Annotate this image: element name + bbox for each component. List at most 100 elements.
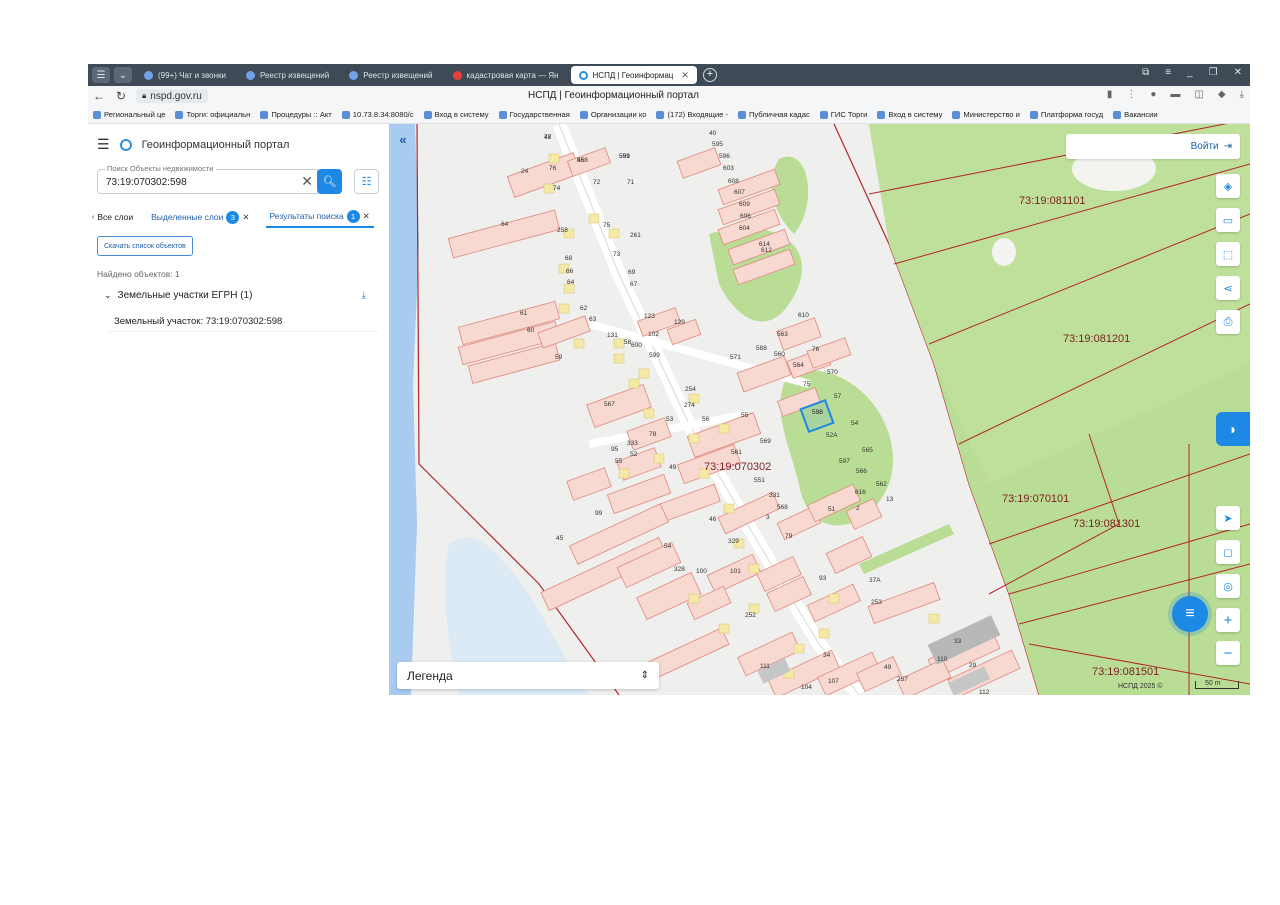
parcel-number: 331 [769,492,780,499]
legend-toggle[interactable]: Легенда ⇕ [397,662,659,689]
download-icon[interactable]: ⤓ [1240,89,1244,100]
parcel-number: 59 [555,354,563,361]
chevron-down-icon[interactable]: ⌄ [114,67,132,83]
tab-chat[interactable]: (99+) Чат и звонки [136,66,234,84]
bookmark-item[interactable]: 10.73.8.34:8080/c [337,110,419,119]
bookmark-item[interactable]: (172) Входящие - [651,110,732,119]
bookmark-item[interactable]: Платформа госуд [1025,110,1108,119]
minimize-icon[interactable]: _ [1187,67,1193,78]
close-window-icon[interactable]: ✕ [1234,67,1242,78]
bookmark-flag-icon[interactable]: ▮ [1107,89,1113,100]
parcel-number: 561 [731,449,742,456]
collapse-panel-button[interactable]: « [393,130,413,148]
reload-icon[interactable]: ↻ [110,89,132,103]
share-button[interactable]: ⋖ [1216,276,1240,300]
bookmark-item[interactable]: Министерство и [947,110,1024,119]
download-icon[interactable]: ⤓ [362,290,366,301]
bookmark-item[interactable]: Вакансии [1108,110,1162,119]
close-icon[interactable]: ✕ [242,212,249,223]
found-count: Найдено объектов: 1 [97,269,180,279]
bookmark-icon[interactable]: ⧉ [1142,67,1149,78]
url-field[interactable]: 🔒︎ nspd.gov.ru [136,89,208,103]
parcel-number: 93 [819,575,827,582]
parcel-number: 562 [876,481,887,488]
download-list-button[interactable]: Скачать список объектов [97,236,193,256]
basemap-icon: ◻ [1223,546,1233,559]
tab-nspd[interactable]: НСПД | Геоинформац ✕ [570,66,697,84]
bookmark-item[interactable]: Вход в систему [872,110,947,119]
zoom-in-button[interactable]: + [1216,608,1240,632]
nspd-logo-icon [119,138,132,151]
bookmark-item[interactable]: Региональный це [88,110,170,119]
parcel-number: 52A [826,432,838,439]
map-canvas[interactable]: 78 558 559 24 76 72 71 74 40 595 596 603 608 607 609 60… [389,124,1250,695]
print-button[interactable]: ⎙ [1216,310,1240,334]
quarter-label: 73:19:081201 [1063,333,1130,345]
basemap-button[interactable]: ◻ [1216,540,1240,564]
bookmark-item[interactable]: Государственная [494,110,575,119]
side-panel-tab[interactable]: ◗ [1216,412,1250,446]
parcel-number: 57 [834,393,842,400]
parcel-number: 45 [556,535,564,542]
search-button[interactable]: 🔍︎ [317,169,342,194]
restore-icon[interactable]: ❐ [1209,67,1218,78]
parcel-number: 597 [839,458,850,465]
more-icon[interactable]: ⋮ [1126,89,1136,100]
extension-icon[interactable]: ◫ [1194,89,1203,100]
filter-button[interactable]: ☷ [354,169,379,194]
bookmark-item[interactable]: Вход в систему [419,110,494,119]
result-item[interactable]: Земельный участок: 73:19:070302:598 [108,312,378,332]
parcel-number: 568 [777,504,788,511]
parcel-number: 75 [603,222,611,229]
layers-button[interactable]: ◈ [1216,174,1240,198]
login-button[interactable]: Войти ⇥ [1066,134,1240,159]
bookmark-item[interactable]: Процедуры :: Акт [255,110,336,119]
browser-menu-icon[interactable]: ☰ [92,67,110,83]
geolocation-button[interactable]: ◎ [1216,574,1240,598]
bookmark-item[interactable]: Торги: официальн [170,110,255,119]
window-controls: ⧉ ≡ _ ❐ ✕ [1142,67,1242,78]
quarter-label: 73:19:081301 [1073,518,1140,530]
menu-icon[interactable]: ≡ [1165,67,1171,78]
river [389,124,419,695]
tab-selected-layers[interactable]: Выделенные слои 3 ✕ [147,206,253,228]
extension-icon[interactable]: ● [1150,89,1156,100]
search-label: Поиск Объекты недвижимости [105,164,216,173]
bookmark-item[interactable]: Организации ко [575,110,652,119]
parcel-number: 610 [798,312,809,319]
parcel-number: 563 [777,331,788,338]
bookmark-icon [737,110,746,119]
bookmark-item[interactable]: ГИС Торги [815,110,873,119]
parcel-number: 76 [549,165,557,172]
chevron-updown-icon: ⇕ [640,670,649,681]
ruler-button[interactable]: ▭ [1216,208,1240,232]
extension-icon[interactable]: ▬ [1170,89,1180,100]
parcel-number: 71 [627,179,635,186]
result-group[interactable]: ⌄ Земельные участки ЕГРН (1) ⤓ [104,290,374,301]
address-bar-actions: ▮ ⋮ ● ▬ ◫ ◆ ⤓ [1107,89,1244,100]
registry-icon [349,70,359,80]
tab-search-results[interactable]: Результаты поиска 1 ✕ [265,206,374,228]
search-input[interactable]: Поиск Объекты недвижимости 73:19:070302:… [97,164,320,194]
back-icon[interactable]: ← [88,89,110,103]
tab-all-layers[interactable]: ‹ Все слои [88,206,137,228]
new-tab-button[interactable]: + [702,68,717,82]
area-select-button[interactable]: ⬚ [1216,242,1240,266]
parcel-number: 102 [648,331,659,338]
tab-yandex-map[interactable]: кадастровая карта — Ян [445,66,567,84]
login-icon: ⇥ [1223,141,1232,152]
extension-icon[interactable]: ◆ [1218,89,1226,100]
parcel-number: 47 [544,134,552,141]
parcel-number: 252 [745,612,756,619]
chat-button[interactable]: ≡ [1172,596,1208,632]
close-icon[interactable]: ✕ [363,211,370,222]
tab-registry-1[interactable]: Реестр извещений [238,66,337,84]
building [688,593,700,604]
close-icon[interactable]: ✕ [681,70,689,81]
hamburger-icon[interactable]: ☰ [97,136,110,153]
bookmark-item[interactable]: Публичная кадас [733,110,815,119]
zoom-out-button[interactable]: − [1216,641,1240,665]
locate-button[interactable]: ➤ [1216,506,1240,530]
clear-icon[interactable]: ✕ [301,173,313,190]
tab-registry-2[interactable]: Реестр извещений [341,66,440,84]
